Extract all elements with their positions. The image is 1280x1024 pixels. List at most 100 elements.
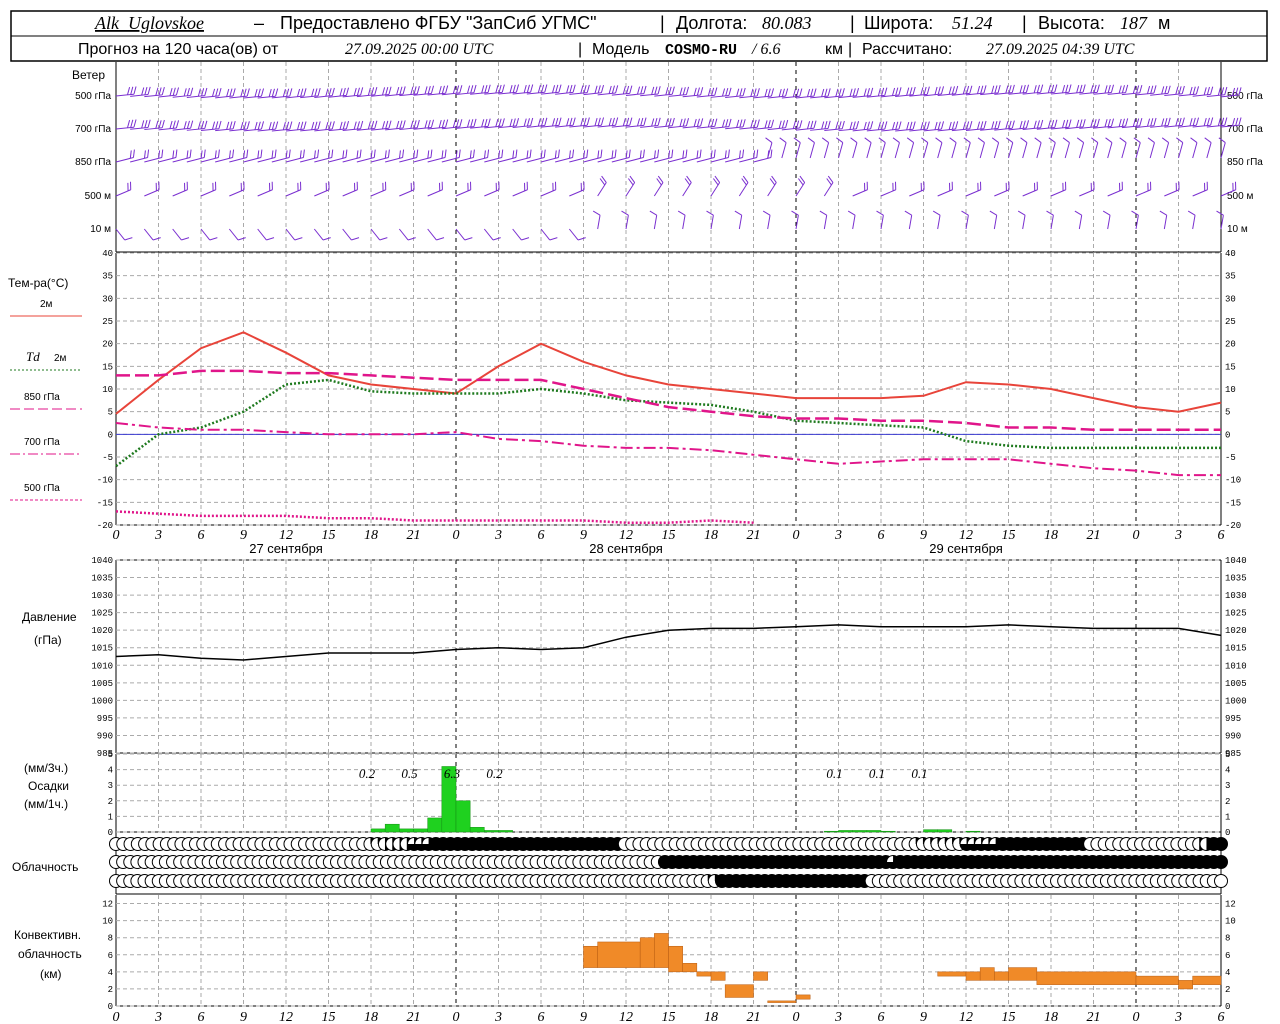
barb-feather [671,86,675,95]
precip-tick-label-right: 2 [1225,797,1230,807]
barb-feather [685,86,690,95]
barb-feather [407,237,416,241]
wind-barb-850hpa [441,149,461,163]
barb-feather [827,88,831,97]
barb-feather [636,86,641,95]
precipitation-plot: 0.2 0.5 6.3 0.2 0.1 0.1 0.1 [359,766,981,833]
latitude-label: Широта: [864,13,933,33]
precip-bar [880,830,896,833]
wind-barb-500m [455,181,472,197]
barb-feather [294,237,303,241]
barb-feather [498,84,502,93]
precip-bar [469,827,485,833]
barb-feather [677,210,686,216]
wind-barb-850hpa [130,149,150,163]
barb-feather [232,88,236,97]
barb-feather [906,137,914,143]
wind-barb-850hpa [526,149,546,163]
wind-barb-10m [427,228,445,241]
barb-feather [551,85,556,94]
barb-shaft [809,142,815,159]
barb-feather [742,87,746,96]
wind-level-label: 700 гПа [75,124,111,135]
temp-tick-label: -10 [97,476,113,486]
barb-feather [836,137,844,143]
barb-feather [501,84,505,93]
barb-feather [438,86,442,94]
barb-feather [909,87,913,96]
barb-feather [821,88,825,97]
precip-tick-label: 5 [108,750,113,760]
barb-feather [904,210,912,216]
barb-shaft [313,228,324,241]
barb-feather [850,137,858,143]
barb-feather [186,150,189,159]
barb-feather [1161,86,1165,95]
barb-feather [430,119,435,128]
wind-barb-850hpa [654,149,674,163]
barb-feather [211,88,216,97]
barb-feather [1011,120,1015,129]
barb-feather [707,119,711,128]
barb-feather [436,237,445,241]
wind-barb-850hpa [300,149,320,163]
wind-barb-500hpa [583,84,605,96]
barb-feather [495,85,499,94]
x-tick-label: 0 [1133,528,1140,543]
barb-feather [359,149,362,158]
wind-barb-850hpa [963,137,971,159]
barb-feather [526,118,530,127]
barb-feather [762,210,771,216]
barb-feather [1079,84,1083,93]
barb-feather [549,237,558,241]
wind-barb-500m [399,181,415,197]
barb-feather [1125,84,1129,93]
conv-tick-label-right: 12 [1225,900,1236,910]
barb-feather [1153,117,1157,126]
barb-feather [969,85,973,94]
barb-feather [124,237,133,241]
precip-bar [866,830,882,833]
wind-barb-500m [257,181,273,197]
wind-barb-500m [1022,181,1038,197]
temp-tick-label: 0 [108,430,113,440]
barb-feather [892,137,900,143]
wind-barb-850hpa [385,149,405,163]
pressure-tick-label: 1035 [91,574,113,584]
wind-barb-850hpa [1105,137,1113,159]
convective-bar [668,945,683,973]
conv-tick-label-right: 6 [1225,951,1230,961]
temp-tick-label: 20 [102,340,113,350]
barb-feather [1204,137,1212,143]
barb-feather [1054,119,1058,128]
wind-barb-10m [706,210,714,230]
barb-feather [147,86,151,95]
barb-shaft [795,142,801,159]
barb-feather [586,117,590,126]
precip-bar [923,829,938,833]
barb-feather [948,121,952,130]
temp-tick-label: -15 [97,498,113,508]
pressure-tick-label: 1030 [91,591,113,601]
wind-barb-500m [738,175,749,197]
x-tick-label: 0 [453,528,460,543]
barb-feather [331,87,335,96]
barb-feather [877,121,881,130]
x-tick-label-bottom: 21 [1087,1010,1101,1024]
barb-feather [204,120,208,129]
barb-feather [989,210,997,216]
wind-barb-500m [1135,181,1152,197]
wind-barb-10m [592,210,601,230]
wind-barb-500hpa [625,85,647,96]
barb-feather [175,149,178,158]
x-tick-label-bottom: 18 [364,1010,378,1024]
cloud-cover-symbol [1214,855,1228,869]
wind-barb-500hpa [668,86,690,97]
wind-barb-850hpa [1034,137,1042,159]
wind-barb-850hpa [257,149,277,163]
wind-barb-850hpa [427,149,447,163]
convective-bar [795,994,811,1000]
barb-feather [668,118,672,127]
convective-bar [994,971,1009,981]
barb-feather [523,118,527,127]
